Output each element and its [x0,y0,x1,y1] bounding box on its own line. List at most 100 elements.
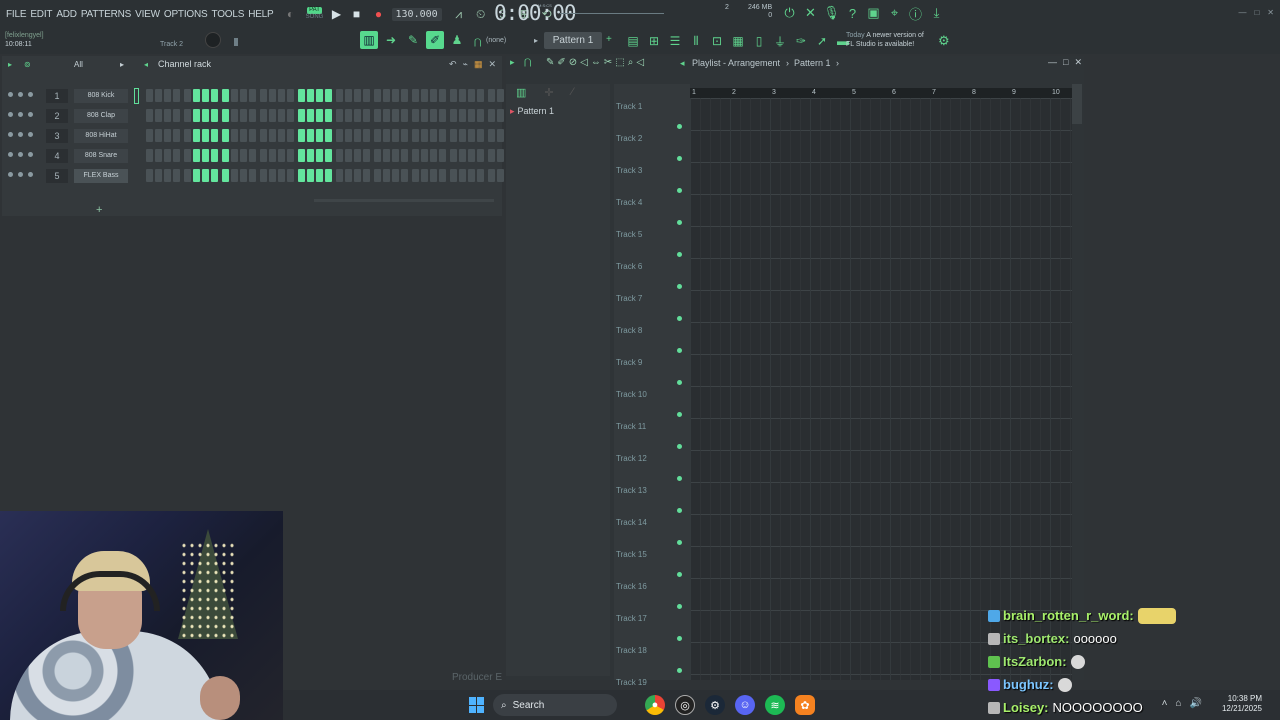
step-button[interactable] [430,89,437,102]
pattern-prev-icon[interactable]: ▸ [534,36,538,45]
track-label[interactable]: Track 17 [616,614,647,623]
track-label[interactable]: Track 5 [616,230,642,239]
step-button[interactable] [155,129,162,142]
track-mute-led[interactable] [677,316,682,321]
track-label[interactable]: Track 11 [616,422,646,431]
step-button[interactable] [421,129,428,142]
step-button[interactable] [249,109,256,122]
pattern-selector[interactable]: Pattern 1 [544,32,602,49]
step-button[interactable] [374,129,381,142]
taskbar-search[interactable]: ⌕ Search [493,694,617,716]
picker-audio-icon[interactable]: ⁄ [572,86,574,99]
step-button[interactable] [430,169,437,182]
step-button[interactable] [459,129,466,142]
step-button[interactable] [260,129,267,142]
step-button[interactable] [459,109,466,122]
project-icon[interactable]: ▦ [729,32,747,50]
channel-pan-icon[interactable] [18,132,23,137]
channel-number[interactable]: 1 [46,89,68,103]
channel-number[interactable]: 5 [46,169,68,183]
rack-menu-arrow-icon[interactable]: ▸ [8,60,12,69]
step-button[interactable] [155,109,162,122]
add-channel-button[interactable]: + [96,204,102,216]
channel-filter[interactable]: All [74,60,83,69]
save-icon[interactable]: ▣ [866,5,881,21]
step-button[interactable] [468,169,475,182]
channel-row[interactable]: 5 FLEX Bass [2,166,522,186]
channel-mute-icon[interactable] [8,132,13,137]
play-icon[interactable]: ▶ [330,7,344,21]
step-button[interactable] [336,149,343,162]
help-icon[interactable]: ? [845,5,860,21]
rack-swing-icon[interactable]: ◂ [144,60,148,69]
step-button[interactable] [231,89,238,102]
maximize-icon[interactable]: □ [1254,8,1259,17]
step-button[interactable] [269,89,276,102]
step-button[interactable] [298,169,305,182]
playlist-close-icon[interactable]: ✕ [1074,57,1082,68]
step-button[interactable] [184,109,191,122]
picker-add-icon[interactable]: ✛ [544,86,553,99]
step-button[interactable] [287,149,294,162]
step-button[interactable] [307,169,314,182]
step-button[interactable] [412,169,419,182]
metronome-icon[interactable]: ⩘ [452,7,466,21]
step-button[interactable] [325,89,332,102]
step-button[interactable] [439,169,446,182]
step-button[interactable] [307,129,314,142]
step-button[interactable] [354,109,361,122]
step-button[interactable] [477,109,484,122]
track-mute-led[interactable] [677,636,682,641]
step-button[interactable] [325,109,332,122]
step-button[interactable] [468,109,475,122]
step-button[interactable] [269,169,276,182]
step-button[interactable] [439,109,446,122]
steam-icon[interactable]: ⚙ [705,695,725,715]
channel-volume-icon[interactable] [28,92,33,97]
update-icon[interactable]: ⚙ [938,33,950,49]
mixer-sliders-icon[interactable]: ⫴ [687,32,705,50]
step-button[interactable] [450,149,457,162]
step-button[interactable] [164,89,171,102]
step-button[interactable] [222,129,229,142]
paint-brush-icon[interactable]: ✐ [557,57,565,68]
step-button[interactable] [287,109,294,122]
pencil-icon[interactable]: ✎ [404,31,422,49]
step-button[interactable] [298,129,305,142]
step-button[interactable] [374,109,381,122]
step-button[interactable] [459,149,466,162]
track-label[interactable]: Track 2 [616,134,642,143]
menu-patterns[interactable]: PATTERNS [79,9,133,20]
channel-number[interactable]: 4 [46,149,68,163]
step-button[interactable] [202,89,209,102]
timeline-ruler[interactable]: 1 2 3 4 5 6 7 8 9 10 [690,88,1072,98]
plug-icon[interactable]: ⏚ [771,32,789,50]
channel-row[interactable]: 3 808 HiHat [2,126,522,146]
step-button[interactable] [354,89,361,102]
track-label[interactable]: Track 14 [616,518,647,527]
channel-name[interactable]: 808 Clap [74,109,128,123]
channel-name[interactable]: 808 Snare [74,149,128,163]
step-button[interactable] [260,109,267,122]
tempo-display[interactable]: 130.000 [391,7,442,21]
menu-view[interactable]: VIEW [133,9,162,20]
step-button[interactable] [401,129,408,142]
step-button[interactable] [278,149,285,162]
step-button[interactable] [430,109,437,122]
plugin-icon[interactable]: ⌖ [887,5,902,21]
step-button[interactable] [363,129,370,142]
step-button[interactable] [363,109,370,122]
step-button[interactable] [497,169,504,182]
step-button[interactable] [392,129,399,142]
track-label[interactable]: Track 16 [616,582,647,591]
step-button[interactable] [202,129,209,142]
channel-name[interactable]: 808 Kick [74,89,128,103]
step-button[interactable] [240,149,247,162]
step-button[interactable] [249,129,256,142]
mute-icon[interactable]: ◁ [580,57,588,68]
paint-icon[interactable]: ✐ [426,31,444,49]
channel-name[interactable]: 808 HiHat [74,129,128,143]
step-button[interactable] [307,149,314,162]
step-button[interactable] [249,169,256,182]
snap-icon[interactable]: ⋂ [474,37,481,48]
